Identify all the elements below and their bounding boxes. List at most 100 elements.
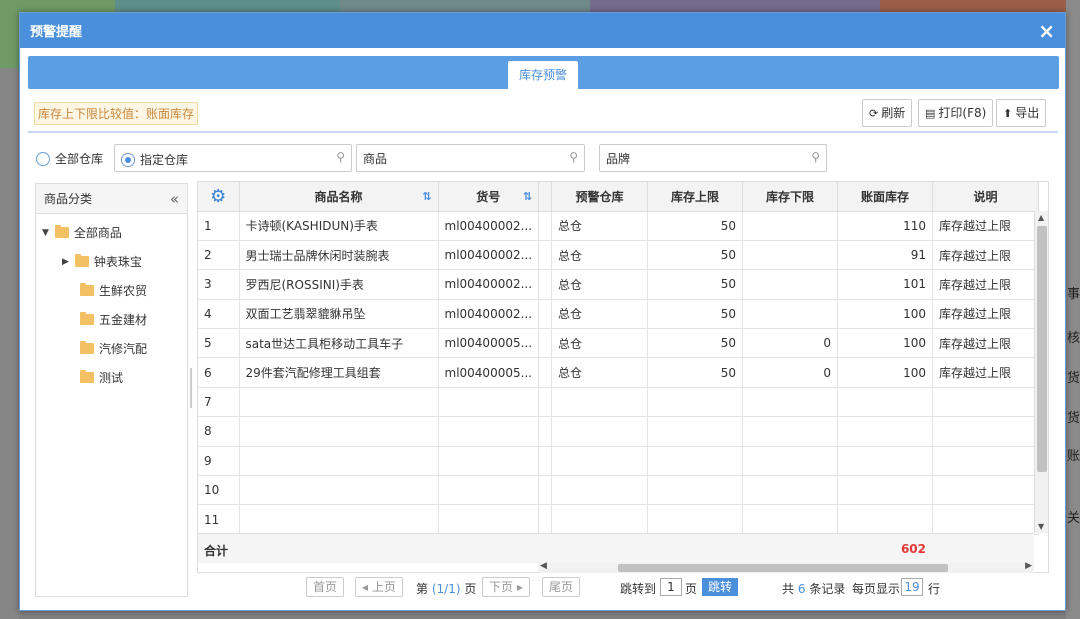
jump-suffix: 页 <box>685 582 698 596</box>
col-header-warehouse[interactable]: 预警仓库 <box>551 182 649 212</box>
table-row[interactable]: 9 <box>198 446 1040 477</box>
cell-upper-limit: 50 <box>647 211 744 241</box>
toolbar: 库存上下限比较值：账面库存 ⟳ 刷新 ▤ 打印(F8) ⬆ 导出 <box>28 97 1058 133</box>
tree-item-fresh[interactable]: 生鲜农贸 <box>80 282 147 299</box>
filter-bar: 全部仓库 指定仓库 ⚲ 商品 ⚲ 品牌 ⚲ <box>34 144 1044 172</box>
warehouse-select[interactable]: 指定仓库 ⚲ <box>114 144 352 172</box>
total-row: 合计 602 <box>198 533 1034 563</box>
scroll-left-icon[interactable]: ◀ <box>540 561 547 571</box>
table-row[interactable]: 4 双面工艺翡翠貔貅吊坠 ml00400002... 总仓 50 100 库存越过上限 <box>198 299 1040 330</box>
cell-upper-limit: 50 <box>647 299 744 330</box>
cell-separator <box>538 299 553 330</box>
cell-item-code <box>438 416 540 447</box>
print-button[interactable]: ▤ 打印(F8) <box>918 99 994 127</box>
caret-down-icon[interactable]: ▼ <box>42 228 49 238</box>
cell-warehouse <box>551 504 649 535</box>
cell-upper-limit: 50 <box>647 357 744 388</box>
row-index: 1 <box>198 211 240 241</box>
export-button[interactable]: ⬆ 导出 <box>996 99 1047 127</box>
brand-search-input[interactable]: 品牌 ⚲ <box>599 144 827 172</box>
column-settings[interactable]: ⚙ <box>198 182 240 212</box>
search-icon[interactable]: ⚲ <box>569 150 578 164</box>
close-icon[interactable]: × <box>1038 21 1055 41</box>
col-header-separator <box>538 182 553 212</box>
first-page-button[interactable]: 首页 <box>306 577 345 597</box>
cell-book-stock <box>837 416 934 447</box>
row-index: 11 <box>198 504 240 535</box>
table-row[interactable]: 10 <box>198 475 1040 506</box>
cell-lower-limit <box>742 211 839 241</box>
search-icon[interactable]: ⚲ <box>336 150 345 164</box>
tab-stock-warning[interactable]: 库存预警 <box>508 61 578 89</box>
table-row[interactable]: 3 罗西尼(ROSSINI)手表 ml00400002... 总仓 50 101 库存越过上… <box>198 269 1040 300</box>
tree-title: 商品分类 <box>44 192 93 206</box>
search-icon[interactable]: ⚲ <box>811 150 820 164</box>
vertical-scrollbar[interactable]: ▲ ▼ <box>1034 211 1048 533</box>
tree-item-watch-jewelry[interactable]: ▶ 钟表珠宝 <box>62 253 142 270</box>
col-header-lower[interactable]: 库存下限 <box>742 182 839 212</box>
radio-specified-warehouse[interactable]: 指定仓库 <box>121 151 188 168</box>
table-row[interactable]: 11 <box>198 504 1040 535</box>
cell-separator <box>538 328 553 359</box>
table-row[interactable]: 8 <box>198 416 1040 447</box>
cell-lower-limit <box>742 416 839 447</box>
jump-page-input[interactable]: 1 <box>660 578 682 596</box>
tree-item-hardware[interactable]: 五金建材 <box>80 311 147 328</box>
tree-item-auto[interactable]: 汽修汽配 <box>80 340 147 357</box>
refresh-button[interactable]: ⟳ 刷新 <box>862 99 913 127</box>
table-row[interactable]: 1 卡诗顿(KASHIDUN)手表 ml00400002... 总仓 50 110 库存越过… <box>198 211 1040 241</box>
caret-right-icon[interactable]: ▶ <box>62 257 69 267</box>
caret-right-icon: ▸ <box>513 580 523 594</box>
col-header-code[interactable]: 货号 ⇅ <box>438 182 540 212</box>
tree-item-all[interactable]: ▼ 全部商品 <box>42 224 122 241</box>
table-row[interactable]: 7 <box>198 387 1040 418</box>
cell-separator <box>538 240 553 271</box>
sort-icon[interactable]: ⇅ <box>422 190 431 203</box>
cell-item-code: ml00400002... <box>438 211 540 241</box>
radio-all-warehouses[interactable]: 全部仓库 <box>36 150 103 167</box>
per-page-input[interactable]: 19 <box>901 578 923 596</box>
last-page-button[interactable]: 尾页 <box>542 577 581 597</box>
cell-warehouse: 总仓 <box>551 299 649 330</box>
horizontal-scrollbar[interactable]: ◀ ▶ <box>538 561 1034 573</box>
tree-resize-handle[interactable] <box>190 368 192 408</box>
product-search-input[interactable]: 商品 ⚲ <box>356 144 585 172</box>
col-header-note[interactable]: 说明 <box>932 182 1040 212</box>
col-header-upper[interactable]: 库存上限 <box>647 182 744 212</box>
cell-product-name: sata世达工具柜移动工具车子 <box>239 328 439 359</box>
scroll-right-icon[interactable]: ▶ <box>1025 561 1032 571</box>
cell-book-stock: 101 <box>837 269 934 300</box>
scroll-up-icon[interactable]: ▲ <box>1038 213 1044 222</box>
next-page-button[interactable]: 下页 ▸ <box>482 577 530 597</box>
cell-lower-limit <box>742 240 839 271</box>
cell-note <box>932 475 1040 506</box>
cell-book-stock: 91 <box>837 240 934 271</box>
table-row[interactable]: 6 29件套汽配修理工具组套 ml00400005... 总仓 50 0 100 库存越过上限 <box>198 357 1040 388</box>
collapse-icon[interactable]: « <box>170 190 179 208</box>
cell-item-code <box>438 387 540 418</box>
sort-icon[interactable]: ⇅ <box>523 190 532 203</box>
cell-lower-limit <box>742 504 839 535</box>
table-row[interactable]: 5 sata世达工具柜移动工具车子 ml00400005... 总仓 50 0 100 库存越… <box>198 328 1040 359</box>
radio-icon <box>36 151 50 166</box>
col-header-stock[interactable]: 账面库存 <box>837 182 934 212</box>
cell-warehouse <box>551 475 649 506</box>
row-index: 3 <box>198 269 240 300</box>
prev-page-button[interactable]: ◂ 上页 <box>355 577 403 597</box>
gear-icon[interactable]: ⚙ <box>210 186 226 207</box>
jump-button[interactable]: 跳转 <box>702 578 739 596</box>
cell-book-stock <box>837 446 934 477</box>
refresh-icon: ⟳ <box>869 107 879 120</box>
cell-note <box>932 504 1040 535</box>
vertical-scroll-thumb[interactable] <box>1037 226 1047 472</box>
table-row[interactable]: 2 男士瑞士品牌休闲时装腕表 ml00400002... 总仓 50 91 库存越过上限 <box>198 240 1040 271</box>
cell-product-name: 29件套汽配修理工具组套 <box>239 357 439 388</box>
cell-item-code: ml00400005... <box>438 328 540 359</box>
horizontal-scroll-thumb[interactable] <box>618 564 948 572</box>
cell-upper-limit <box>647 504 744 535</box>
scroll-down-icon[interactable]: ▼ <box>1038 522 1044 531</box>
cell-lower-limit <box>742 475 839 506</box>
tree-item-test[interactable]: 测试 <box>80 369 123 386</box>
folder-icon <box>74 254 89 267</box>
col-header-name[interactable]: 商品名称 ⇅ <box>239 182 439 212</box>
